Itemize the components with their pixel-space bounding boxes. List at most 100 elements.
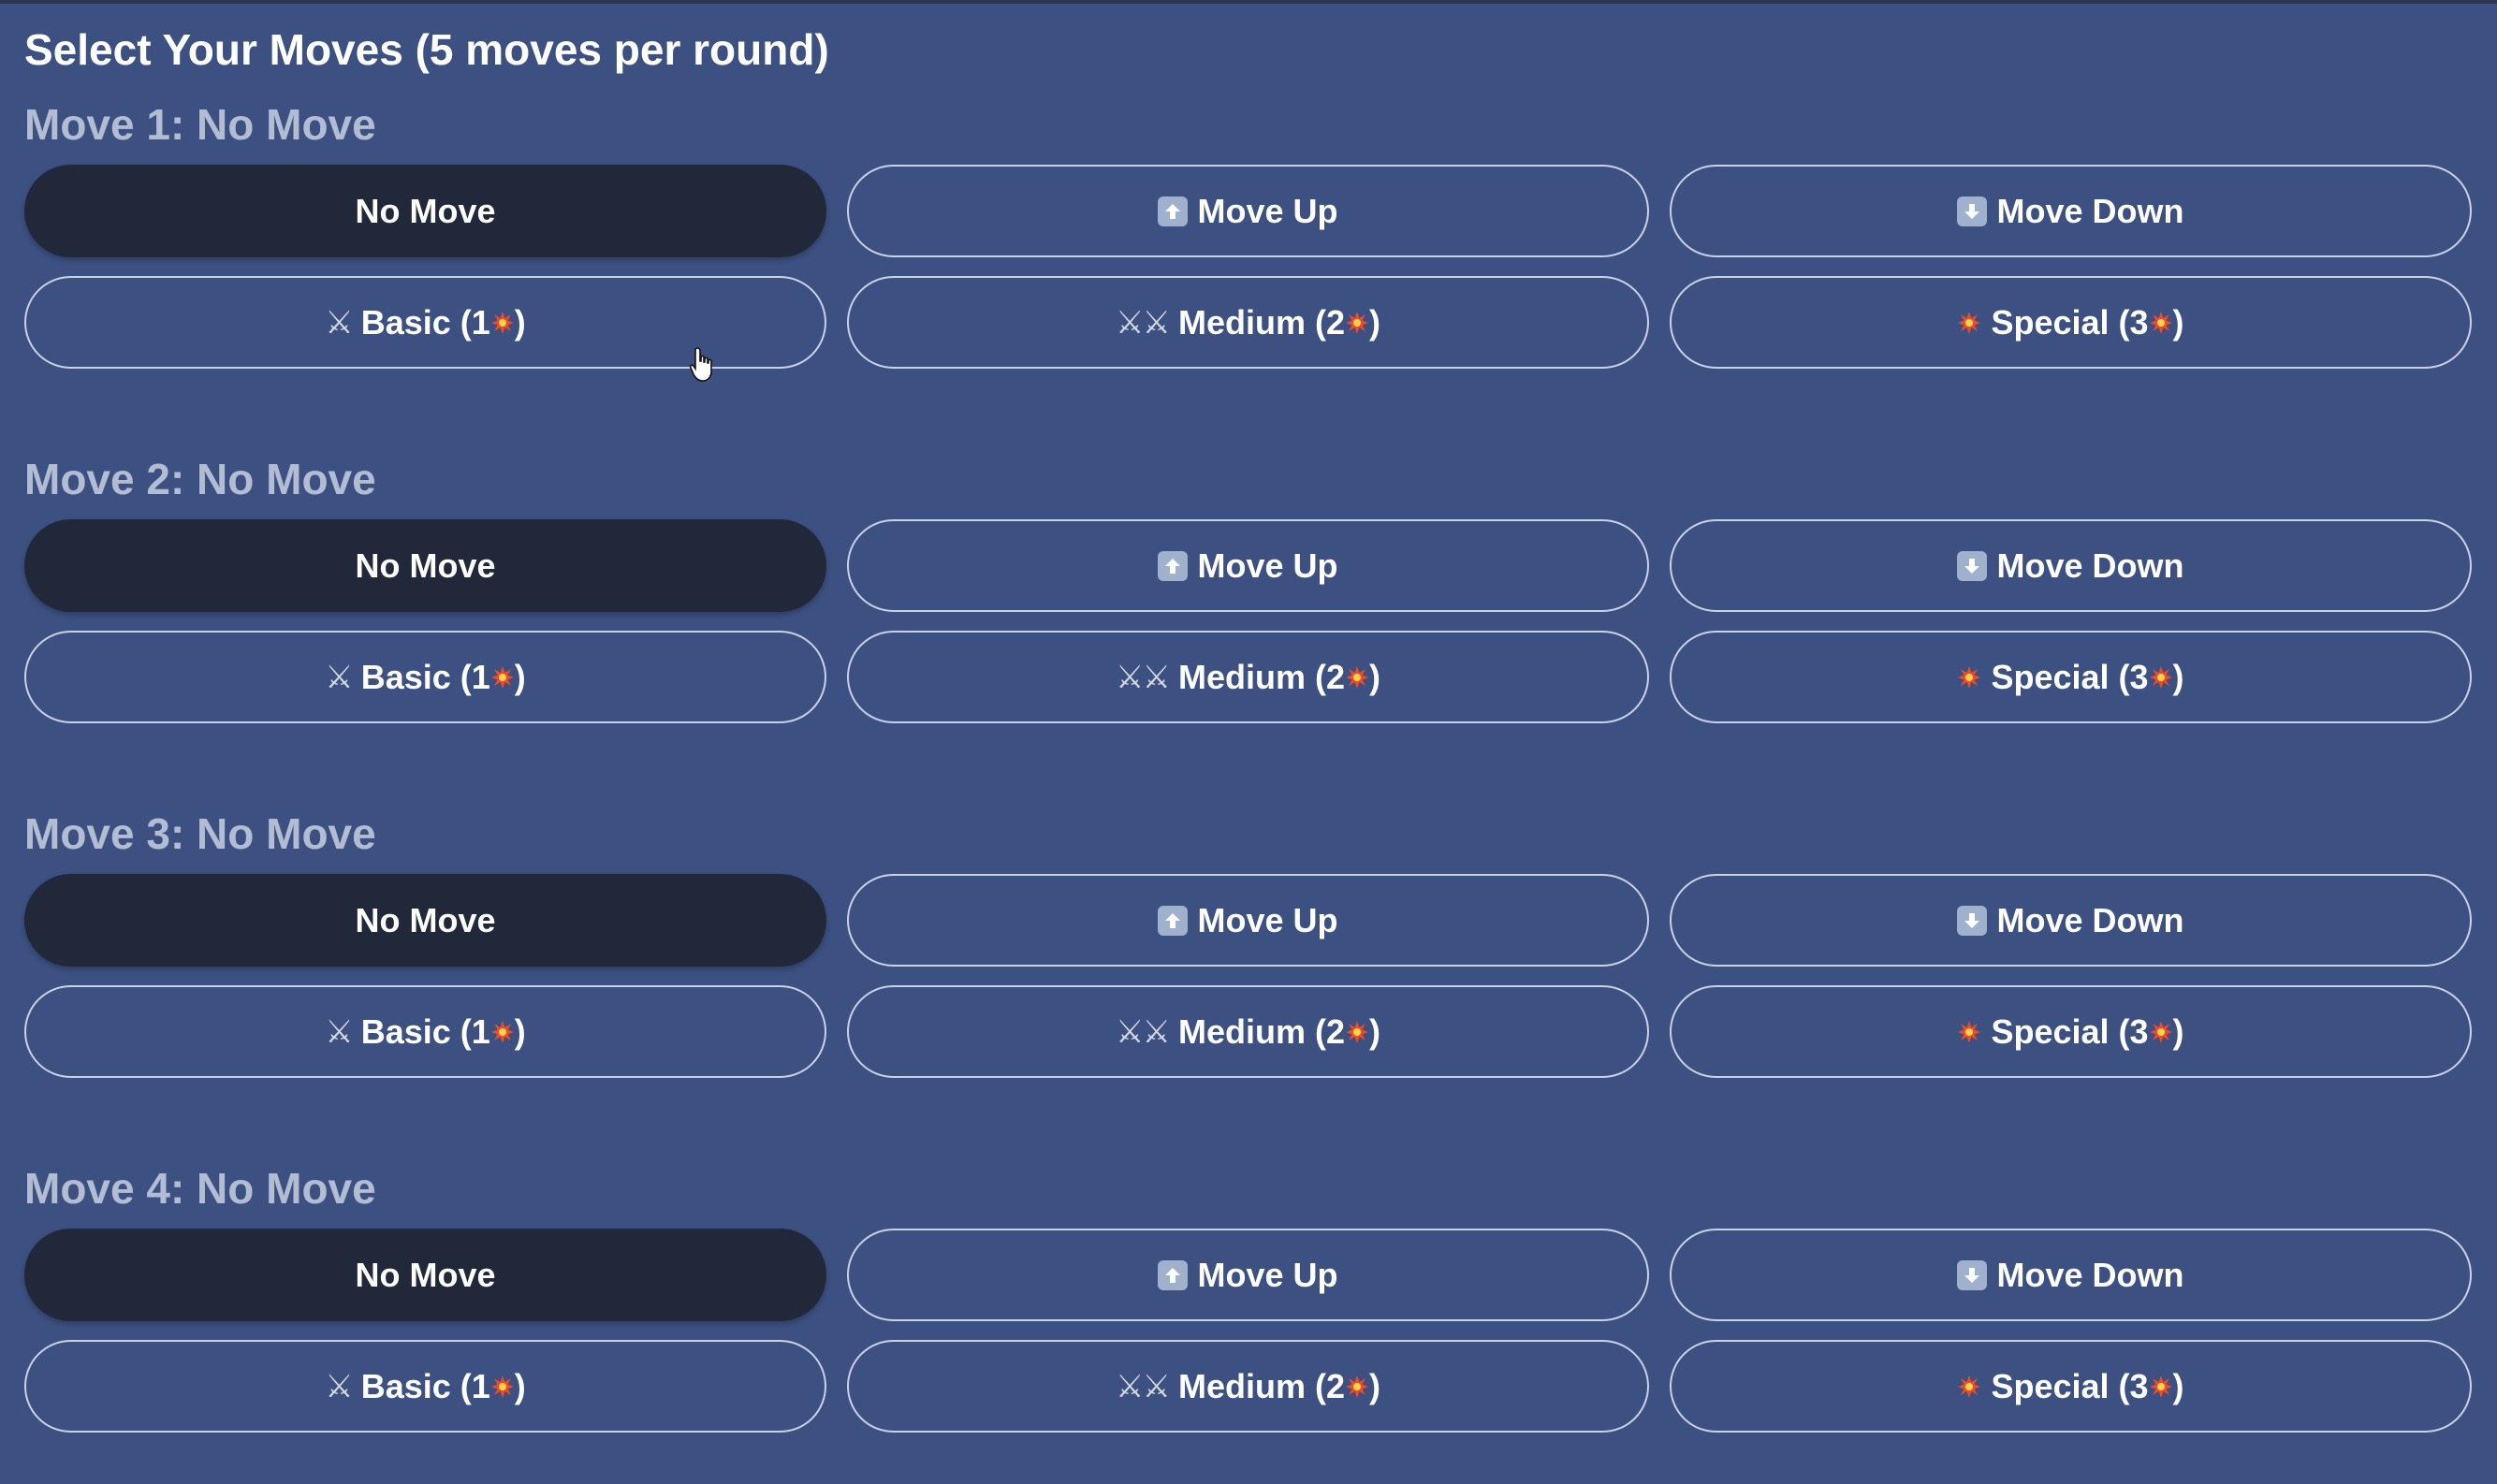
- burst-icon: [1345, 1020, 1369, 1044]
- burst-icon: [2149, 1375, 2173, 1399]
- medium-2-button[interactable]: ⚔⚔ Medium (2): [847, 631, 1649, 723]
- button-label: Medium (2: [1177, 657, 1345, 696]
- move-down-button[interactable]: Move Down: [1670, 519, 2472, 612]
- button-label: Move Up: [1197, 546, 1338, 585]
- move-options: No Move Move Up Move Down ⚔ Basic (1) ⚔⚔ Mediu…: [24, 165, 2475, 369]
- burst-icon: [1957, 665, 1981, 690]
- window-top-edge: [0, 0, 2497, 4]
- move-up-button[interactable]: Move Up: [847, 165, 1649, 257]
- button-label: Special (3: [1991, 1366, 2149, 1405]
- medium-2-button[interactable]: ⚔⚔ Medium (2): [847, 985, 1649, 1078]
- button-label-suffix: ): [514, 657, 526, 696]
- move-down-button[interactable]: Move Down: [1670, 874, 2472, 967]
- button-label-suffix: ): [514, 1366, 526, 1405]
- button-label: No Move: [355, 1255, 496, 1294]
- move-group-2: Move 2: No Move No Move Move Up Move Down ⚔ B…: [24, 450, 2475, 775]
- move-up-button[interactable]: Move Up: [847, 519, 1649, 612]
- no-move-button[interactable]: No Move: [24, 519, 826, 612]
- button-label-suffix: ): [514, 1011, 526, 1051]
- burst-icon: [490, 1375, 515, 1399]
- burst-icon: [1345, 311, 1369, 335]
- special-3-button[interactable]: Special (3): [1670, 276, 2472, 369]
- button-label-suffix: ): [1368, 1366, 1380, 1405]
- button-label-suffix: ): [1368, 302, 1380, 342]
- burst-icon: [490, 311, 515, 335]
- down-arrow-icon: [1957, 1259, 1988, 1290]
- down-arrow-icon: [1957, 550, 1988, 581]
- button-label: Move Down: [1996, 191, 2184, 230]
- no-move-button[interactable]: No Move: [24, 165, 826, 257]
- button-label: Move Down: [1996, 1255, 2184, 1294]
- basic-1-button[interactable]: ⚔ Basic (1): [24, 1340, 826, 1433]
- button-label-suffix: ): [2172, 657, 2184, 696]
- burst-icon: [490, 1020, 515, 1044]
- move-down-button[interactable]: Move Down: [1670, 1229, 2472, 1321]
- page-title: Select Your Moves (5 moves per round): [24, 25, 829, 74]
- double-sword-icon: ⚔⚔: [1116, 1368, 1171, 1404]
- burst-icon: [1345, 665, 1369, 690]
- move-options: No Move Move Up Move Down ⚔ Basic (1) ⚔⚔ Mediu…: [24, 874, 2475, 1078]
- double-sword-icon: ⚔⚔: [1116, 304, 1171, 341]
- move-group-4: Move 4: No Move No Move Move Up Move Down ⚔ B…: [24, 1159, 2475, 1484]
- medium-2-button[interactable]: ⚔⚔ Medium (2): [847, 276, 1649, 369]
- down-arrow-icon: [1957, 905, 1988, 936]
- button-label: No Move: [355, 546, 496, 585]
- button-label: Move Up: [1197, 191, 1338, 230]
- move-options: No Move Move Up Move Down ⚔ Basic (1) ⚔⚔ Mediu…: [24, 519, 2475, 723]
- move-selection-panel: Select Your Moves (5 moves per round) Mo…: [24, 21, 2475, 1484]
- burst-icon: [2149, 311, 2173, 335]
- sword-icon: ⚔: [325, 1368, 354, 1404]
- move-heading: Move 4: No Move: [24, 1164, 376, 1213]
- button-label: Basic (1: [360, 657, 490, 696]
- burst-icon: [1957, 1375, 1981, 1399]
- move-groups: Move 1: No Move No Move Move Up Move Down ⚔ B…: [24, 95, 2475, 1484]
- move-up-button[interactable]: Move Up: [847, 1229, 1649, 1321]
- burst-icon: [2149, 1020, 2173, 1044]
- double-sword-icon: ⚔⚔: [1116, 659, 1171, 695]
- down-arrow-icon: [1957, 196, 1988, 226]
- double-sword-icon: ⚔⚔: [1116, 1013, 1171, 1050]
- button-label: Special (3: [1991, 302, 2149, 342]
- sword-icon: ⚔: [325, 1013, 354, 1050]
- medium-2-button[interactable]: ⚔⚔ Medium (2): [847, 1340, 1649, 1433]
- button-label: Medium (2: [1177, 302, 1345, 342]
- button-label-suffix: ): [1368, 1011, 1380, 1051]
- button-label: No Move: [355, 900, 496, 939]
- sword-icon: ⚔: [325, 659, 354, 695]
- burst-icon: [490, 665, 515, 690]
- button-label-suffix: ): [2172, 302, 2184, 342]
- button-label: Basic (1: [360, 1011, 490, 1051]
- button-label: Basic (1: [360, 1366, 490, 1405]
- move-options: No Move Move Up Move Down ⚔ Basic (1) ⚔⚔ Mediu…: [24, 1229, 2475, 1433]
- special-3-button[interactable]: Special (3): [1670, 631, 2472, 723]
- special-3-button[interactable]: Special (3): [1670, 1340, 2472, 1433]
- sword-icon: ⚔: [325, 304, 354, 341]
- no-move-button[interactable]: No Move: [24, 1229, 826, 1321]
- button-label: Special (3: [1991, 1011, 2149, 1051]
- up-arrow-icon: [1158, 550, 1189, 581]
- move-down-button[interactable]: Move Down: [1670, 165, 2472, 257]
- no-move-button[interactable]: No Move: [24, 874, 826, 967]
- up-arrow-icon: [1158, 905, 1189, 936]
- button-label-suffix: ): [2172, 1011, 2184, 1051]
- button-label: Medium (2: [1177, 1011, 1345, 1051]
- up-arrow-icon: [1158, 1259, 1189, 1290]
- button-label: No Move: [355, 191, 496, 230]
- move-up-button[interactable]: Move Up: [847, 874, 1649, 967]
- burst-icon: [1345, 1375, 1369, 1399]
- button-label-suffix: ): [2172, 1366, 2184, 1405]
- move-heading: Move 2: No Move: [24, 455, 376, 503]
- move-group-1: Move 1: No Move No Move Move Up Move Down ⚔ B…: [24, 95, 2475, 420]
- button-label: Special (3: [1991, 657, 2149, 696]
- button-label: Move Up: [1197, 900, 1338, 939]
- burst-icon: [1957, 311, 1981, 335]
- burst-icon: [2149, 665, 2173, 690]
- button-label-suffix: ): [1368, 657, 1380, 696]
- button-label: Move Down: [1996, 900, 2184, 939]
- up-arrow-icon: [1158, 196, 1189, 226]
- button-label: Basic (1: [360, 302, 490, 342]
- basic-1-button[interactable]: ⚔ Basic (1): [24, 631, 826, 723]
- special-3-button[interactable]: Special (3): [1670, 985, 2472, 1078]
- button-label: Move Up: [1197, 1255, 1338, 1294]
- basic-1-button[interactable]: ⚔ Basic (1): [24, 985, 826, 1078]
